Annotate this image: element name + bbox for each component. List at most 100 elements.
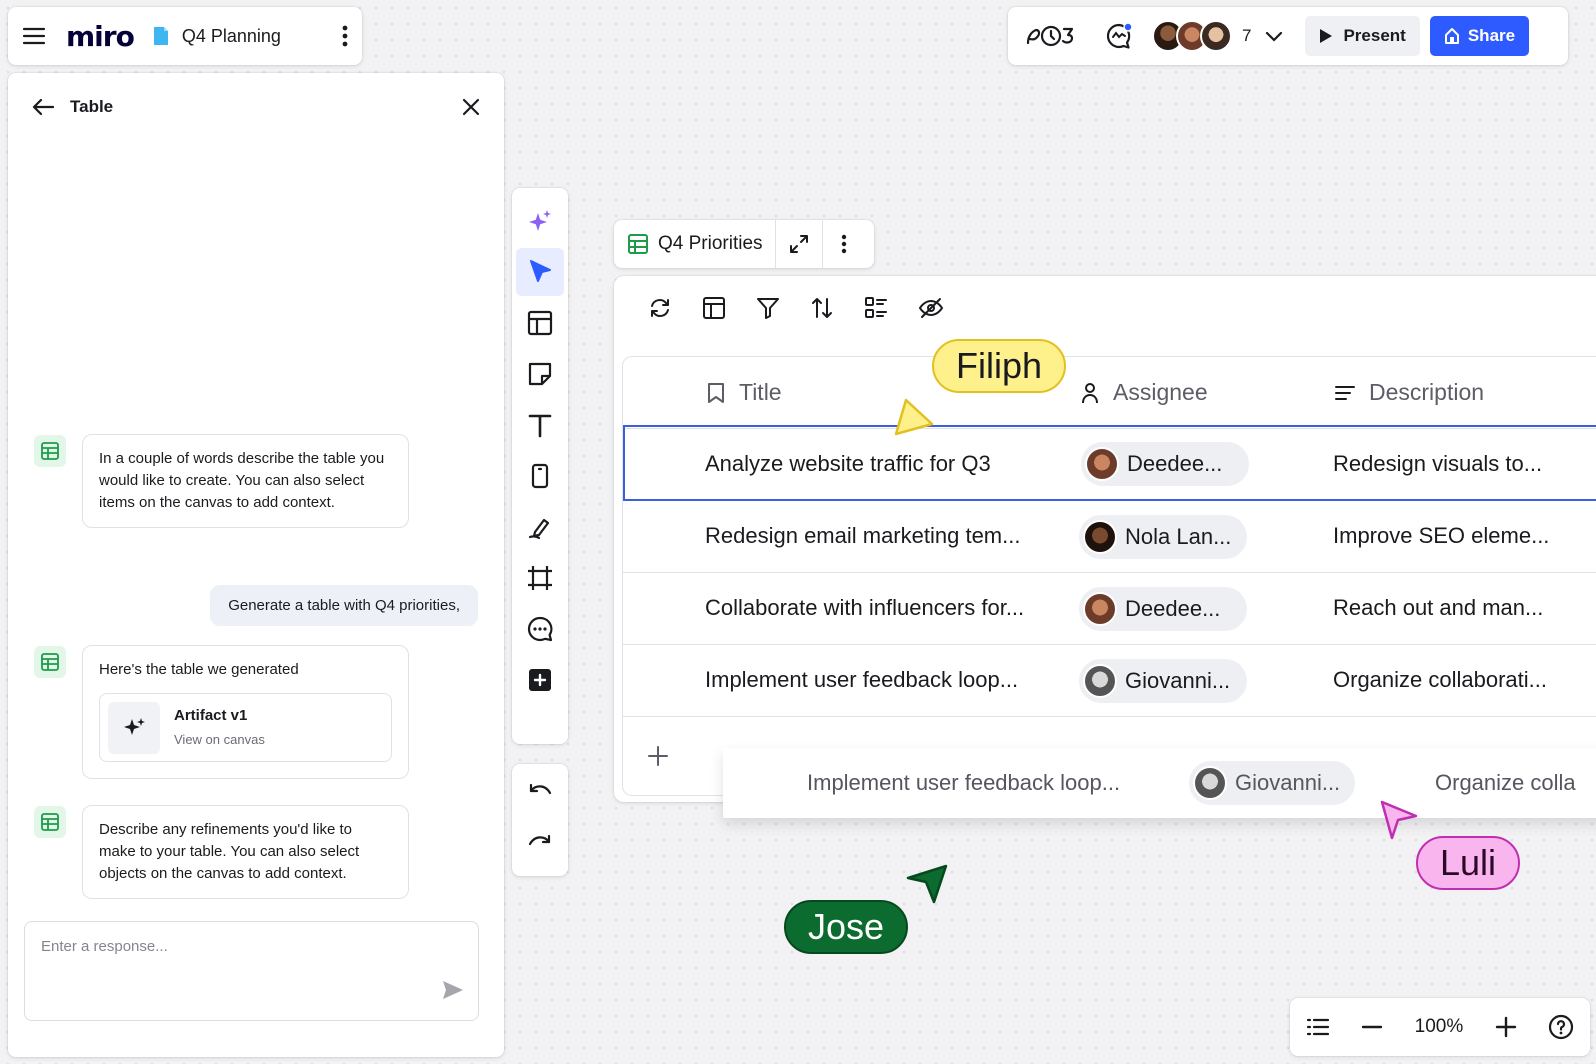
card-tool[interactable]: [516, 452, 564, 500]
templates-tool[interactable]: [516, 299, 564, 347]
close-icon[interactable]: [462, 98, 480, 116]
dragged-row[interactable]: Implement user feedback loop... Giovanni…: [723, 748, 1596, 818]
chevron-down-icon[interactable]: [1265, 30, 1283, 42]
cell-description[interactable]: Redesign visuals to...: [1333, 451, 1542, 477]
column-label: Assignee: [1113, 379, 1208, 405]
ai-table-panel: Table In a couple of words describe the …: [8, 73, 504, 1057]
person-icon: [1081, 382, 1099, 404]
assignee-name: Giovanni...: [1125, 668, 1231, 693]
collaborator-avatars[interactable]: [1152, 20, 1232, 52]
response-placeholder: Enter a response...: [41, 938, 168, 955]
back-arrow-icon[interactable]: [32, 98, 54, 116]
board-header: miro Q4 Planning: [8, 7, 362, 65]
divider: [821, 220, 823, 268]
divider: [774, 220, 776, 268]
more-vertical-icon[interactable]: [841, 234, 847, 254]
ai-sparkle-tool[interactable]: [516, 197, 564, 245]
miro-logo[interactable]: miro: [66, 20, 135, 53]
filter-icon[interactable]: [756, 296, 780, 320]
cell-title[interactable]: Implement user feedback loop...: [705, 667, 1018, 693]
artifact-subtitle[interactable]: View on canvas: [174, 729, 265, 751]
board-doc-icon: [152, 25, 170, 47]
cell-description[interactable]: Reach out and man...: [1333, 595, 1543, 621]
help-icon[interactable]: [1548, 1014, 1574, 1040]
cell-description[interactable]: Organize collaborati...: [1333, 667, 1547, 693]
play-icon: [1319, 28, 1333, 44]
collaboration-bar: 7 Present Share: [1008, 7, 1568, 65]
table-header-row: Title Assignee Description: [623, 357, 1596, 429]
column-label: Title: [739, 379, 782, 405]
refresh-icon[interactable]: [648, 296, 672, 320]
select-tool[interactable]: [516, 248, 564, 296]
pen-tool[interactable]: [516, 503, 564, 551]
send-icon[interactable]: [442, 980, 464, 1000]
layout-icon[interactable]: [702, 296, 726, 320]
cell-title[interactable]: Collaborate with influencers for...: [705, 595, 1024, 621]
table-row[interactable]: Implement user feedback loop... Giovanni…: [623, 645, 1596, 717]
collaborator-count: 7: [1242, 26, 1252, 45]
assignee-name: Deedee...: [1125, 596, 1221, 621]
zoom-out-icon[interactable]: [1361, 1025, 1383, 1029]
cell-description[interactable]: Improve SEO eleme...: [1333, 523, 1549, 549]
chat-activity-icon[interactable]: [1104, 21, 1134, 51]
cursor-label-luli: Luli: [1416, 836, 1521, 890]
text-tool[interactable]: [516, 401, 564, 449]
assignee-chip[interactable]: Deedee...: [1079, 587, 1247, 631]
present-button[interactable]: Present: [1305, 16, 1420, 56]
zoom-in-icon[interactable]: [1495, 1016, 1517, 1038]
assignee-chip[interactable]: Giovanni...: [1079, 659, 1247, 703]
assignee-chip[interactable]: Nola Lan...: [1079, 515, 1247, 559]
table-ai-icon: [34, 646, 66, 678]
share-label: Share: [1467, 26, 1516, 45]
cell-title[interactable]: Analyze website traffic for Q3: [705, 451, 991, 477]
zoom-level[interactable]: 100%: [1415, 1016, 1464, 1038]
column-assignee[interactable]: Assignee: [1081, 379, 1208, 406]
assistant-message: Describe any refinements you'd like to m…: [82, 805, 409, 899]
assignee-name: Nola Lan...: [1125, 524, 1232, 549]
expand-icon[interactable]: [788, 233, 810, 255]
assignee-name: Giovanni...: [1235, 770, 1341, 795]
share-button[interactable]: Share: [1429, 16, 1530, 56]
share-lock-icon: [1444, 27, 1460, 45]
cursor-label-jose: Jose: [784, 900, 909, 954]
hamburger-menu-icon[interactable]: [22, 26, 46, 46]
assistant-message: Here's the table we generated Artifact v…: [82, 645, 409, 779]
board-list-icon[interactable]: [1306, 1017, 1330, 1037]
column-label: Description: [1369, 379, 1485, 405]
table-ai-icon: [34, 435, 66, 467]
zoom-controls: 100%: [1290, 998, 1590, 1056]
column-description[interactable]: Description: [1335, 379, 1484, 406]
cell-description: Organize colla: [1435, 770, 1576, 795]
add-row-icon[interactable]: [647, 745, 669, 767]
avatar: [1193, 766, 1227, 800]
more-tools-icon[interactable]: [516, 656, 564, 704]
column-title[interactable]: Title: [707, 379, 782, 406]
panel-title: Table: [70, 97, 114, 116]
table-row[interactable]: Collaborate with influencers for... Deed…: [623, 573, 1596, 645]
comment-tool[interactable]: [516, 605, 564, 653]
table-title-tag[interactable]: Q4 Priorities: [614, 220, 874, 268]
artifact-card[interactable]: Artifact v1 View on canvas: [99, 693, 392, 762]
cell-title[interactable]: Redesign email marketing tem...: [705, 523, 1020, 549]
undo-icon[interactable]: [516, 767, 564, 815]
sticky-note-tool[interactable]: [516, 350, 564, 398]
bookmark-icon: [707, 382, 725, 404]
history-toolbar: [512, 764, 568, 876]
avatar: [1085, 447, 1119, 481]
frame-tool[interactable]: [516, 554, 564, 602]
assignee-name: Deedee...: [1127, 451, 1223, 476]
response-input[interactable]: Enter a response...: [24, 921, 479, 1021]
board-name[interactable]: Q4 Planning: [182, 26, 281, 47]
redo-icon[interactable]: [516, 818, 564, 866]
table-row[interactable]: Redesign email marketing tem... Nola Lan…: [623, 501, 1596, 573]
table-row[interactable]: Analyze website traffic for Q3 Deedee...…: [623, 425, 1596, 501]
avatar: [1083, 592, 1117, 626]
sort-icon[interactable]: [810, 296, 834, 320]
reactions-timer-icon[interactable]: [1024, 21, 1078, 51]
cell-title: Implement user feedback loop...: [807, 770, 1121, 795]
assistant-message-text: Here's the table we generated: [99, 661, 299, 678]
group-fields-icon[interactable]: [864, 296, 888, 320]
assignee-chip[interactable]: Deedee...: [1081, 442, 1249, 486]
hide-fields-icon[interactable]: [918, 296, 944, 320]
more-vertical-icon[interactable]: [342, 25, 348, 47]
